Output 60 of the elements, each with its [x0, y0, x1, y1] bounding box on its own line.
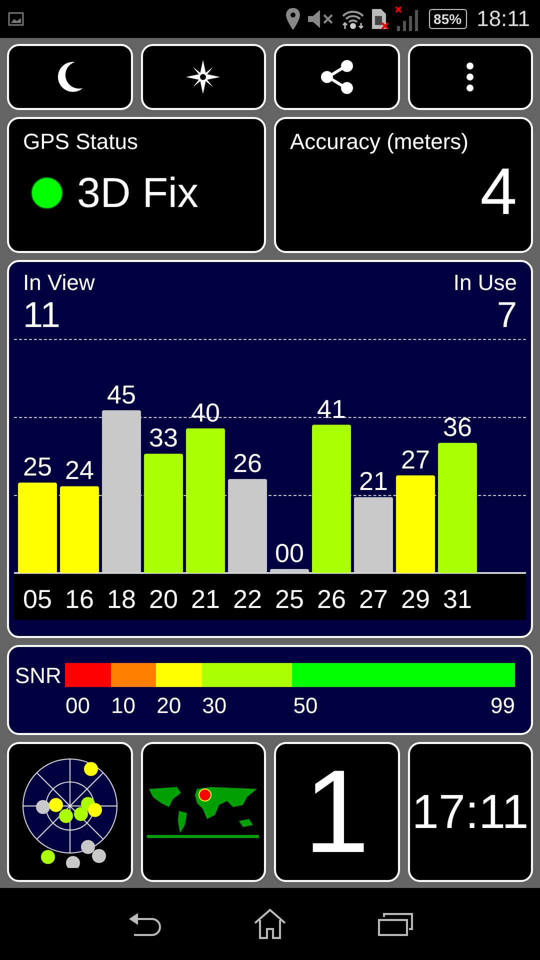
satellite-id: 22 [233, 584, 262, 614]
in-use-label: In Use [453, 270, 517, 296]
status-time: 18:11 [476, 6, 530, 32]
bar-value: 36 [443, 412, 472, 442]
satellite-id: 29 [401, 584, 430, 614]
clock-tile[interactable]: 17:11 [408, 742, 533, 882]
satellite-id: 25 [275, 584, 304, 614]
card-label: Accuracy (meters) [290, 129, 470, 155]
bar-value: 24 [65, 455, 94, 486]
scale-tick-label: 99 [490, 693, 515, 719]
night-button[interactable] [7, 44, 132, 110]
satellite-id: 20 [149, 584, 178, 614]
in-view-count: 11 [23, 296, 62, 334]
bar-value: 26 [233, 448, 262, 478]
sky-plot-tile[interactable] [7, 742, 132, 882]
bar-value: 27 [401, 444, 430, 474]
wifi-icon [340, 8, 365, 30]
more-icon [466, 62, 474, 92]
scale-tick-label: 50 [293, 693, 318, 719]
card-label: GPS Status [23, 129, 139, 155]
compass-icon [185, 59, 222, 95]
recent-apps-icon[interactable] [378, 912, 414, 936]
scale-tick-label: 30 [202, 693, 227, 719]
scale-tick-label: 10 [111, 693, 136, 719]
bar-value: 00 [275, 538, 304, 568]
scale-tick-label: 20 [156, 693, 182, 719]
gallery-icon [8, 11, 24, 27]
mute-icon [306, 9, 335, 29]
in-view-label: In View [23, 270, 95, 296]
satellite-id: 16 [65, 584, 94, 614]
location-pin-icon [284, 7, 301, 31]
bar-value: 21 [359, 466, 388, 496]
satellite-id: 31 [443, 584, 472, 614]
world-map-tile[interactable] [140, 742, 266, 882]
home-icon[interactable] [252, 908, 287, 940]
share-icon [320, 59, 354, 95]
sim-card-icon [370, 7, 389, 31]
battery-indicator: 85% [428, 9, 467, 29]
bar-value: 25 [23, 451, 52, 482]
scale-tick-label: 00 [65, 693, 90, 719]
share-button[interactable] [274, 44, 400, 110]
in-use-count: 7 [496, 296, 517, 334]
satellite-id: 27 [359, 584, 388, 614]
fix-status: 3D Fix [77, 169, 198, 217]
clock-time: 17:11 [412, 784, 529, 840]
bar-value: 45 [107, 379, 136, 410]
snr-label: SNR [15, 663, 62, 689]
satellite-id: 21 [191, 584, 220, 614]
count-tile[interactable]: 1 [274, 742, 400, 882]
accuracy-value: 4 [480, 155, 517, 228]
more-button[interactable] [408, 44, 533, 110]
satellite-id: 05 [23, 584, 52, 614]
count-value: 1 [304, 753, 370, 871]
satellite-id: 18 [107, 584, 136, 614]
bar-value: 41 [317, 394, 346, 424]
bar-value: 40 [191, 397, 220, 428]
compass-button[interactable] [140, 44, 266, 110]
bar-value: 33 [149, 422, 178, 452]
signal-icon [394, 6, 419, 32]
satellite-id: 26 [317, 584, 346, 614]
